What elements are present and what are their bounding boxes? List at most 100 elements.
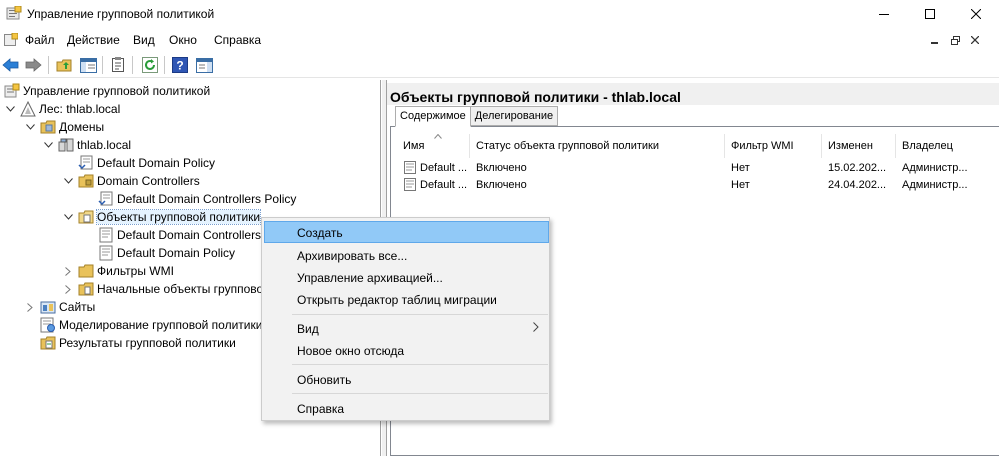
gpo-icon	[404, 161, 416, 174]
minimize-button[interactable]	[861, 0, 907, 28]
tree-label: Моделирование групповой политики	[59, 318, 263, 332]
results-icon	[40, 335, 56, 351]
row-status-cell: Включено	[476, 178, 527, 191]
close-button[interactable]	[953, 0, 999, 28]
menu-item-backup-all[interactable]: Архивировать все...	[264, 244, 549, 266]
result-pane-title: Объекты групповой политики - thlab.local	[390, 89, 681, 105]
back-arrow-icon[interactable]	[1, 55, 21, 75]
column-header-name[interactable]: Имя	[397, 134, 470, 158]
menu-item-migration-editor[interactable]: Открыть редактор таблиц миграции	[264, 288, 549, 310]
menu-help[interactable]: Справка	[212, 32, 263, 48]
show-hide-tree-icon[interactable]	[78, 55, 98, 75]
row-owner-cell: Администр...	[902, 178, 968, 191]
modeling-icon	[40, 317, 56, 333]
toolbar-separator	[102, 56, 103, 74]
tree-node-gpo-domain-policy[interactable]: Default Domain Policy	[82, 244, 235, 262]
menu-separator	[292, 364, 548, 365]
wmi-folder-icon	[78, 263, 94, 279]
gpo-link-icon	[78, 155, 94, 171]
menu-view[interactable]: Вид	[131, 32, 157, 48]
tree-node-domains[interactable]: Домены	[24, 118, 104, 136]
table-row[interactable]: Default ... Включено Нет 15.02.202... Ад…	[397, 159, 976, 176]
tree-node-default-dc-policy[interactable]: Default Domain Controllers Policy	[82, 190, 296, 208]
tree-node-wmi-filters[interactable]: Фильтры WMI	[62, 262, 174, 280]
collapse-chevron-icon[interactable]	[62, 211, 74, 223]
row-name-cell: Default ...	[397, 177, 470, 192]
tree-node-default-domain-policy[interactable]: Default Domain Policy	[62, 154, 215, 172]
table-row[interactable]: Default ... Включено Нет 24.04.202... Ад…	[397, 176, 976, 193]
mdi-minimize-icon[interactable]	[925, 31, 945, 49]
tree-node-modeling[interactable]: Моделирование групповой политики	[24, 316, 262, 334]
column-header-wmi[interactable]: Фильтр WMI	[725, 134, 822, 158]
tree-node-starter-gpos[interactable]: Начальные объекты групповой	[62, 280, 270, 298]
menu-separator	[292, 314, 548, 315]
action-pane-icon[interactable]	[194, 55, 214, 75]
row-modified-cell: 15.02.202...	[828, 161, 887, 174]
tab-contents[interactable]: Содержимое	[395, 106, 471, 127]
gpo-icon	[98, 227, 114, 243]
tree-node-forest[interactable]: Лес: thlab.local	[4, 100, 120, 118]
column-header-owner[interactable]: Владелец	[896, 134, 976, 158]
tree-label: thlab.local	[77, 138, 132, 152]
refresh-icon[interactable]	[140, 55, 160, 75]
forest-icon	[20, 101, 36, 117]
sites-icon	[40, 299, 56, 315]
tree-node-sites[interactable]: Сайты	[24, 298, 95, 316]
help-icon[interactable]: ?	[170, 55, 190, 75]
menu-item-view[interactable]: Вид	[264, 317, 549, 339]
menu-action[interactable]: Действие	[65, 32, 122, 48]
row-owner-cell: Администр...	[902, 161, 968, 174]
tree-node-results[interactable]: Результаты групповой политики	[24, 334, 236, 352]
column-header-status[interactable]: Статус объекта групповой политики	[470, 134, 725, 158]
tree-label: Объекты групповой политики	[95, 209, 262, 225]
tab-strip: Содержимое Делегирование	[395, 106, 559, 127]
mdi-close-icon[interactable]	[965, 31, 985, 49]
gpmc-root-icon	[4, 83, 20, 99]
collapse-chevron-icon[interactable]	[42, 139, 54, 151]
system-menu-icon[interactable]	[4, 32, 19, 47]
collapse-chevron-icon[interactable]	[62, 175, 74, 187]
expand-chevron-icon[interactable]	[24, 301, 36, 313]
tree-label: Сайты	[59, 300, 96, 314]
row-wmi-cell: Нет	[731, 178, 750, 191]
domains-folder-icon	[40, 119, 56, 135]
tree-node-domain-controllers[interactable]: Domain Controllers	[62, 172, 200, 190]
mdi-restore-icon[interactable]	[945, 31, 965, 49]
column-header-modified[interactable]: Изменен	[822, 134, 896, 158]
menu-window[interactable]: Окно	[167, 32, 199, 48]
tree-label: Фильтры WMI	[97, 264, 174, 278]
tree-label: Домены	[59, 120, 105, 134]
tree-label: Domain Controllers	[97, 174, 200, 188]
expand-chevron-icon[interactable]	[62, 265, 74, 277]
maximize-button[interactable]	[907, 0, 953, 28]
up-folder-icon[interactable]	[54, 55, 74, 75]
window-title: Управление групповой политикой	[27, 7, 215, 21]
result-pane-header: Объекты групповой политики - thlab.local	[387, 83, 999, 105]
tree-label: Default Domain Policy	[117, 246, 236, 260]
starter-gpo-folder-icon	[78, 281, 94, 297]
menu-item-new-window[interactable]: Новое окно отсюда	[264, 339, 549, 361]
collapse-chevron-icon[interactable]	[24, 121, 36, 133]
menu-bar: Файл Действие Вид Окно Справка	[0, 29, 999, 51]
tree-label: Default Domain Policy	[97, 156, 216, 170]
menu-item-help[interactable]: Справка	[264, 397, 549, 419]
expand-chevron-icon[interactable]	[62, 283, 74, 295]
tree-node-domain[interactable]: thlab.local	[42, 136, 131, 154]
tree-label: Управление групповой политикой	[23, 84, 211, 98]
context-menu: Создать Архивировать все... Управление а…	[261, 217, 550, 421]
tab-delegation[interactable]: Делегирование	[470, 106, 559, 126]
menu-file[interactable]: Файл	[23, 32, 57, 48]
menu-item-refresh[interactable]: Обновить	[264, 368, 549, 390]
gpo-link-icon	[98, 191, 114, 207]
menu-item-create[interactable]: Создать	[264, 221, 549, 243]
menu-item-manage-backups[interactable]: Управление архивацией...	[264, 266, 549, 288]
collapse-chevron-icon[interactable]	[4, 103, 16, 115]
row-status-cell: Включено	[476, 161, 527, 174]
row-name-cell: Default ...	[397, 160, 470, 175]
tree-node-gpo-dc-policy[interactable]: Default Domain Controllers	[82, 226, 261, 244]
tree-node-root[interactable]: Управление групповой политикой	[4, 82, 210, 100]
properties-icon[interactable]	[108, 55, 128, 75]
toolbar-separator	[48, 56, 49, 74]
tree-node-gpo-container[interactable]: Объекты групповой политики	[62, 208, 262, 226]
forward-arrow-icon[interactable]	[23, 55, 43, 75]
